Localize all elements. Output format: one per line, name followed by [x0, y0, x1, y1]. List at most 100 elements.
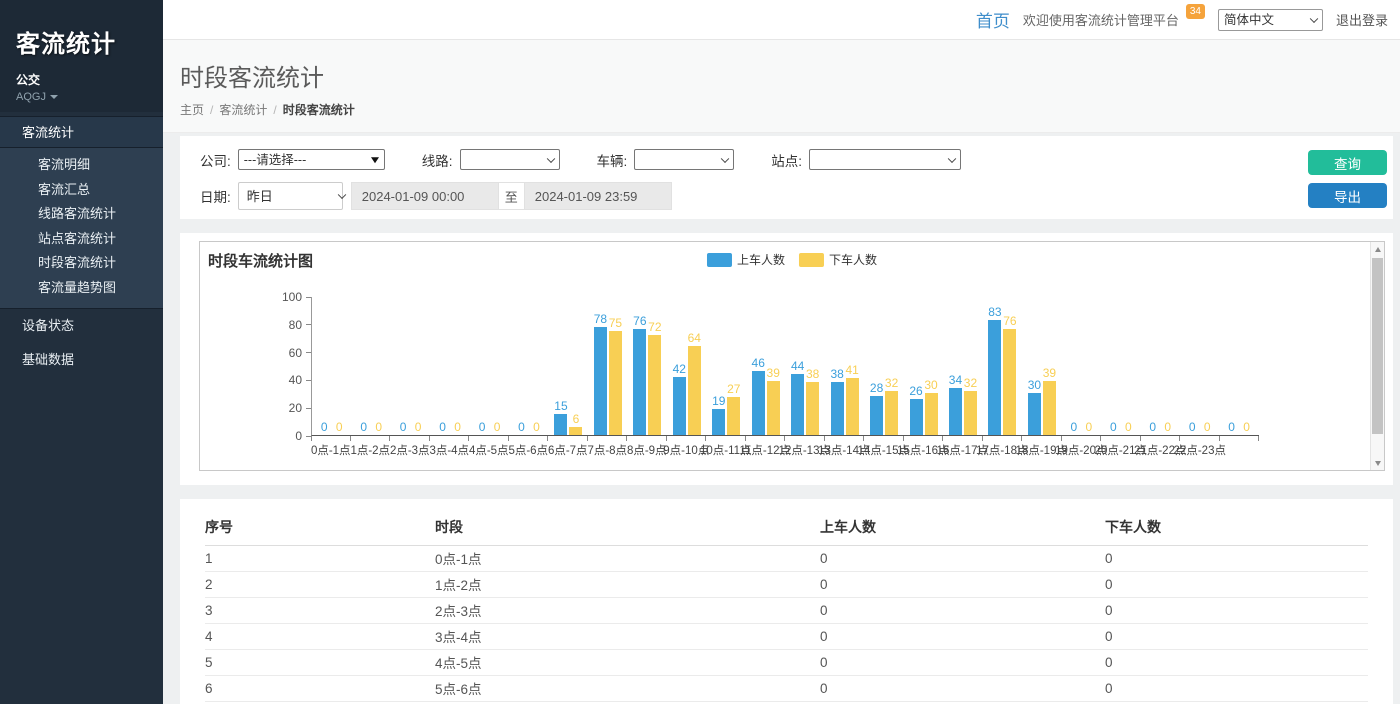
bar-group: 00	[470, 297, 509, 435]
bar-value-label: 30	[924, 379, 937, 391]
sidebar-item-passenger-stats[interactable]: 客流统计	[0, 116, 163, 148]
bar-value-label: 0	[400, 421, 407, 433]
x-tick-label: 0点-1点	[311, 442, 351, 458]
bar-value-label: 0	[1125, 421, 1132, 433]
language-select[interactable]: 简体中文	[1218, 9, 1323, 31]
y-tick-label: 0	[295, 429, 311, 443]
sidebar-item-device-status[interactable]: 设备状态	[0, 309, 163, 343]
table-row: 21点-2点00	[205, 571, 1368, 597]
filter-panel: 公司: ---请选择--- 线路: 车辆:	[180, 136, 1393, 219]
home-link[interactable]: 首页	[976, 7, 1010, 32]
company-select[interactable]: ---请选择---	[238, 149, 385, 170]
scroll-up-icon[interactable]	[1371, 242, 1384, 256]
bar-group: 3841	[825, 297, 864, 435]
bar	[594, 327, 607, 435]
sidebar-nav: 客流统计 客流明细客流汇总线路客流统计站点客流统计时段客流统计客流量趋势图 设备…	[0, 116, 163, 377]
bar-value-label: 0	[1243, 421, 1250, 433]
bar-group: 7672	[628, 297, 667, 435]
bar	[806, 382, 819, 435]
bar-value-label: 76	[1003, 315, 1016, 327]
bar	[885, 391, 898, 435]
sidebar-subitem-3[interactable]: 线路客流统计	[0, 202, 163, 227]
data-table: 序号时段上车人数下车人数 10点-1点0021点-2点0032点-3点0043点…	[205, 509, 1368, 704]
bar-value-label: 39	[1043, 367, 1056, 379]
legend-item-alight[interactable]: 下车人数	[799, 251, 877, 268]
date-end-input[interactable]	[524, 182, 672, 210]
bar-value-label: 76	[633, 315, 646, 327]
x-tick-label: 4点-5点	[469, 442, 509, 458]
data-table-card: 序号时段上车人数下车人数 10点-1点0021点-2点0032点-3点0043点…	[180, 499, 1393, 704]
legend-swatch-board	[707, 253, 732, 267]
sidebar-subitem-6[interactable]: 客流量趋势图	[0, 276, 163, 301]
table-row: 32点-3点00	[205, 597, 1368, 623]
bar-value-label: 19	[712, 395, 725, 407]
breadcrumb-parent[interactable]: 客流统计	[219, 103, 267, 117]
x-tick-label: 6点-7点	[548, 442, 588, 458]
y-tick-label: 40	[289, 373, 311, 387]
notification-badge: 34	[1186, 4, 1205, 19]
bar-value-label: 0	[454, 421, 461, 433]
sidebar-subitem-5[interactable]: 时段客流统计	[0, 251, 163, 276]
bar-value-label: 38	[830, 368, 843, 380]
x-axis-labels: 0点-1点1点-2点2点-3点3点-4点4点-5点5点-6点6点-7点7点-8点…	[311, 442, 1384, 458]
scroll-down-icon[interactable]	[1371, 456, 1384, 470]
bar-value-label: 26	[909, 385, 922, 397]
bar	[925, 393, 938, 435]
sidebar-item-base-data[interactable]: 基础数据	[0, 343, 163, 377]
chart-scrollbar[interactable]	[1370, 242, 1384, 470]
company-label: 公司:	[200, 150, 231, 170]
sidebar: 客流统计 公交 AQGJ 客流统计 客流明细客流汇总线路客流统计站点客流统计时段…	[0, 0, 163, 704]
bar-group: 4438	[785, 297, 824, 435]
date-start-input[interactable]	[351, 182, 499, 210]
chart-card: 时段车流统计图 上车人数 下车人数 020406080100 000000000…	[180, 233, 1393, 485]
sidebar-subitem-2[interactable]: 客流汇总	[0, 178, 163, 203]
bar-value-label: 0	[415, 421, 422, 433]
logout-link[interactable]: 退出登录	[1336, 10, 1388, 29]
bar-value-label: 0	[479, 421, 486, 433]
line-select[interactable]	[460, 149, 560, 170]
bar-value-label: 39	[767, 367, 780, 379]
bar	[870, 396, 883, 435]
y-tick-label: 20	[289, 401, 311, 415]
breadcrumb-home[interactable]: 主页	[180, 103, 204, 117]
bar-group: 1927	[707, 297, 746, 435]
topbar: 首页 欢迎使用客流统计管理平台 34 简体中文 退出登录	[163, 0, 1400, 40]
x-tick-label: 2点-3点	[390, 442, 430, 458]
date-label: 日期:	[200, 186, 231, 206]
bar-group: 2832	[864, 297, 903, 435]
bar-value-label: 0	[518, 421, 525, 433]
legend-swatch-alight	[799, 253, 824, 267]
plot-area: 0000000000001567875767242641927463944383…	[311, 297, 1259, 436]
station-label: 站点:	[771, 150, 802, 170]
logo-block: 客流统计 公交 AQGJ	[0, 0, 163, 112]
vehicle-select[interactable]	[634, 149, 734, 170]
query-button[interactable]: 查询	[1308, 150, 1387, 175]
y-tick-label: 100	[282, 290, 311, 304]
bar-value-label: 15	[554, 400, 567, 412]
bar-group: 4264	[667, 297, 706, 435]
bar-value-label: 34	[949, 374, 962, 386]
bar-value-label: 0	[1085, 421, 1092, 433]
legend-item-board[interactable]: 上车人数	[707, 251, 785, 268]
bar	[712, 409, 725, 435]
bar-value-label: 41	[845, 364, 858, 376]
bar-group: 8376	[983, 297, 1022, 435]
sidebar-subitem-1[interactable]: 客流明细	[0, 153, 163, 178]
x-tick-label: 1点-2点	[351, 442, 391, 458]
bar-group: 00	[1219, 297, 1258, 435]
bar-value-label: 0	[1149, 421, 1156, 433]
export-button[interactable]: 导出	[1308, 183, 1387, 208]
org-switcher[interactable]: AQGJ	[16, 91, 149, 103]
bar-group: 3039	[1022, 297, 1061, 435]
org-code: AQGJ	[16, 91, 46, 103]
bar	[846, 378, 859, 435]
x-tick-label: 3点-4点	[430, 442, 470, 458]
bar-value-label: 6	[573, 413, 580, 425]
scrollbar-thumb[interactable]	[1372, 258, 1383, 434]
date-preset-select[interactable]: 昨日	[238, 182, 343, 210]
bar-value-label: 46	[752, 357, 765, 369]
station-select[interactable]	[809, 149, 961, 170]
sidebar-subitem-4[interactable]: 站点客流统计	[0, 227, 163, 252]
bar-value-label: 32	[964, 377, 977, 389]
bar-value-label: 0	[439, 421, 446, 433]
